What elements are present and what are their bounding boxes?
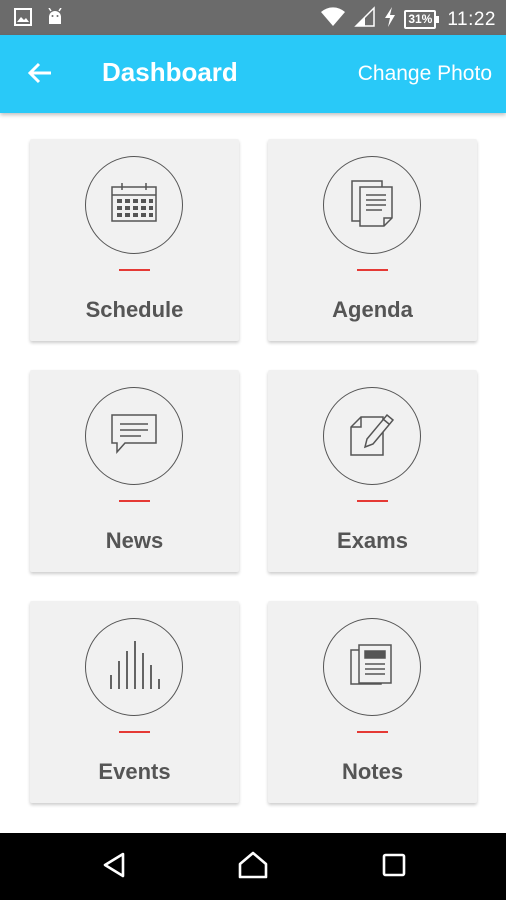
tile-accent-line (119, 500, 150, 502)
change-photo-button[interactable]: Change Photo (358, 62, 492, 86)
nav-back-button[interactable] (96, 849, 132, 885)
status-time: 11:22 (447, 8, 496, 30)
wifi-icon (320, 6, 346, 33)
battery-icon: 31% (404, 10, 440, 29)
tile-icon-circle (85, 156, 183, 254)
documents-icon (348, 178, 396, 233)
tile-exams[interactable]: Exams (268, 370, 477, 572)
tile-accent-line (119, 731, 150, 733)
tile-label: Notes (341, 759, 404, 784)
image-icon (14, 8, 32, 31)
back-triangle-icon (101, 851, 127, 884)
tile-events[interactable]: Events (30, 601, 239, 803)
tile-label: News (105, 528, 164, 553)
android-icon (46, 7, 64, 31)
tile-icon-circle (323, 156, 421, 254)
back-button[interactable] (22, 57, 58, 93)
tile-label: Events (98, 759, 171, 784)
battery-level: 31% (404, 10, 437, 29)
tile-label: Agenda (332, 297, 413, 322)
tile-notes[interactable]: Notes (268, 601, 477, 803)
bars-icon (107, 639, 161, 696)
tile-schedule[interactable]: Schedule (30, 139, 239, 341)
tile-agenda[interactable]: Agenda (268, 139, 477, 341)
nav-home-button[interactable] (235, 849, 271, 885)
home-icon (237, 850, 269, 885)
charging-icon (384, 7, 396, 32)
recents-square-icon (381, 852, 407, 883)
signal-icon (354, 6, 376, 33)
edit-document-icon (347, 409, 397, 464)
nav-recents-button[interactable] (376, 849, 412, 885)
tile-icon-circle (323, 387, 421, 485)
page-title: Dashboard (102, 57, 238, 87)
tile-accent-line (357, 500, 388, 502)
tile-label: Exams (337, 528, 408, 553)
tile-accent-line (357, 731, 388, 733)
tile-label: Schedule (85, 297, 184, 322)
tile-accent-line (119, 269, 150, 271)
app-bar: Dashboard Change Photo (0, 35, 506, 113)
tile-icon-circle (323, 618, 421, 716)
notebook-icon (349, 642, 395, 693)
tile-news[interactable]: News (30, 370, 239, 572)
tile-accent-line (357, 269, 388, 271)
navigation-bar (0, 833, 506, 900)
status-bar: 31% 11:22 (0, 0, 506, 35)
tile-icon-circle (85, 618, 183, 716)
calendar-icon (109, 181, 159, 230)
arrow-back-icon (27, 60, 53, 91)
tile-icon-circle (85, 387, 183, 485)
chat-bubble-icon (109, 412, 159, 461)
